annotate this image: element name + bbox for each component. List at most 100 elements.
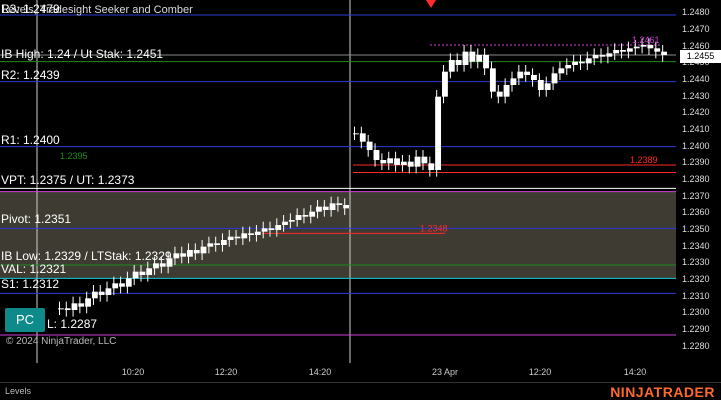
x-tick-label: 12:20 bbox=[528, 367, 552, 377]
y-tick-label: 1.2370 bbox=[682, 190, 710, 201]
session2-candle-18 bbox=[476, 55, 483, 62]
session1-candle-30 bbox=[261, 228, 268, 232]
session2-candle-27 bbox=[537, 80, 544, 90]
session1-candle-6 bbox=[98, 291, 105, 295]
y-tick-label: 1.2310 bbox=[682, 290, 710, 301]
brand-logo: NINJATRADER bbox=[610, 384, 715, 400]
session1-candle-31 bbox=[268, 228, 275, 230]
session1-candle-27 bbox=[241, 233, 248, 239]
y-tick-label: 1.2390 bbox=[682, 157, 710, 168]
y-tick-label: 1.2320 bbox=[682, 274, 710, 284]
y-tick-label: 1.2380 bbox=[682, 174, 710, 184]
tab-levels[interactable]: Levels bbox=[5, 386, 31, 396]
session2-candle-23 bbox=[510, 78, 517, 85]
x-tick-label: 14:20 bbox=[623, 367, 647, 377]
level-label: IB Low: 1.2329 / LTStak: 1.2329 bbox=[1, 249, 172, 263]
session1-candle-7 bbox=[105, 288, 112, 295]
down-arrow-icon bbox=[426, 0, 436, 8]
copyright-text: © 2024 NinjaTrader, LLC bbox=[6, 336, 117, 347]
session2-candle-32 bbox=[572, 61, 578, 65]
y-tick-label: 1.2280 bbox=[682, 340, 710, 351]
session1-candle-40 bbox=[329, 203, 336, 210]
session2-candle-4 bbox=[380, 160, 387, 164]
level-label: R1: 1.2400 bbox=[1, 133, 60, 147]
level-label: R3: 1.2479 bbox=[1, 2, 60, 16]
session1-candle-4 bbox=[85, 298, 91, 307]
session2-candle-6 bbox=[394, 158, 400, 165]
session2-candle-24 bbox=[517, 71, 524, 79]
session2-candle-10 bbox=[421, 156, 428, 164]
session1-candle-41 bbox=[336, 203, 343, 205]
red-level-value-2: 1.2348 bbox=[420, 223, 448, 233]
session2-candle-22 bbox=[503, 85, 510, 97]
session1-candle-19 bbox=[187, 250, 193, 257]
y-tick-label: 1.2360 bbox=[682, 207, 710, 218]
y-tick-label: 1.2330 bbox=[682, 257, 710, 268]
session2-candle-29 bbox=[551, 73, 558, 84]
session2-candle-41 bbox=[633, 46, 640, 49]
session2-candle-15 bbox=[455, 60, 462, 65]
session1-candle-42 bbox=[343, 205, 349, 209]
session2-candle-8 bbox=[407, 161, 414, 167]
session2-candle-0 bbox=[353, 133, 359, 135]
session2-candle-43 bbox=[647, 45, 654, 49]
session1-candle-37 bbox=[309, 211, 316, 217]
session1-candle-39 bbox=[322, 206, 329, 210]
session2-candle-26 bbox=[531, 75, 537, 80]
session2-candle-40 bbox=[626, 48, 633, 52]
session2-candle-28 bbox=[544, 83, 551, 90]
session2-candle-35 bbox=[592, 55, 599, 59]
level-label: IB High: 1.24 / Ut Stak: 1.2451 bbox=[1, 47, 164, 61]
chart-window: 1.2395 1.2389 1.2348 1.2461 Levels, Tradesi… bbox=[0, 0, 721, 400]
session2-candle-39 bbox=[620, 50, 626, 52]
session1-candle-22 bbox=[207, 243, 214, 247]
y-tick-label: 1.2400 bbox=[682, 140, 710, 151]
session1-candle-35 bbox=[295, 215, 302, 220]
level-label: R2: 1.2439 bbox=[1, 68, 60, 82]
session1-candle-5 bbox=[91, 291, 98, 299]
y-tick-label: 1.2440 bbox=[682, 74, 710, 84]
level-label: VAL: 1.2321 bbox=[1, 262, 67, 276]
pc-button[interactable]: PC bbox=[5, 308, 45, 332]
session2-candle-3 bbox=[373, 150, 380, 160]
y-tick-label: 1.2300 bbox=[682, 307, 710, 318]
session1-candle-29 bbox=[254, 231, 261, 235]
session1-candle-8 bbox=[112, 283, 119, 289]
y-tick-label: 1.2340 bbox=[682, 240, 710, 251]
session1-candle-32 bbox=[275, 225, 282, 230]
seeker-value-1: 1.2395 bbox=[60, 151, 88, 161]
x-tick-label: 14:20 bbox=[308, 367, 332, 377]
session1-candle-25 bbox=[227, 236, 234, 240]
session1-candle-0 bbox=[58, 308, 64, 310]
y-tick-label: 1.2420 bbox=[682, 107, 710, 118]
session1-candle-18 bbox=[180, 253, 187, 257]
session1-candle-21 bbox=[200, 246, 207, 254]
session1-candle-38 bbox=[316, 206, 322, 212]
session2-candle-19 bbox=[483, 55, 489, 69]
session1-candle-24 bbox=[220, 240, 227, 245]
red-level-value-1: 1.2389 bbox=[630, 155, 658, 165]
session2-candle-2 bbox=[366, 141, 373, 150]
x-tick-label: 10:20 bbox=[121, 367, 145, 377]
session2-candle-25 bbox=[524, 71, 531, 75]
session2-candle-38 bbox=[613, 50, 620, 54]
session2-candle-20 bbox=[489, 68, 496, 92]
y-tick-label: 1.2470 bbox=[682, 24, 710, 34]
session2-candle-12 bbox=[435, 96, 442, 170]
session1-candle-10 bbox=[125, 278, 132, 287]
x-tick-label: 23 Apr bbox=[431, 367, 459, 377]
level-label: Pivot: 1.2351 bbox=[1, 212, 72, 226]
y-tick-label: 1.2430 bbox=[682, 90, 710, 101]
session1-candle-11 bbox=[132, 271, 139, 279]
y-tick-label: 1.2480 bbox=[682, 7, 710, 18]
session2-candle-16 bbox=[462, 51, 469, 65]
session1-candle-23 bbox=[214, 243, 220, 245]
session2-candle-14 bbox=[448, 60, 455, 72]
session2-candle-5 bbox=[387, 158, 394, 164]
session1-candle-12 bbox=[139, 271, 146, 275]
session2-candle-9 bbox=[414, 156, 421, 167]
session1-candle-13 bbox=[146, 268, 153, 275]
session1-candle-14 bbox=[153, 263, 159, 269]
level-label: L: 1.2287 bbox=[47, 317, 98, 331]
session1-candle-36 bbox=[302, 215, 309, 217]
